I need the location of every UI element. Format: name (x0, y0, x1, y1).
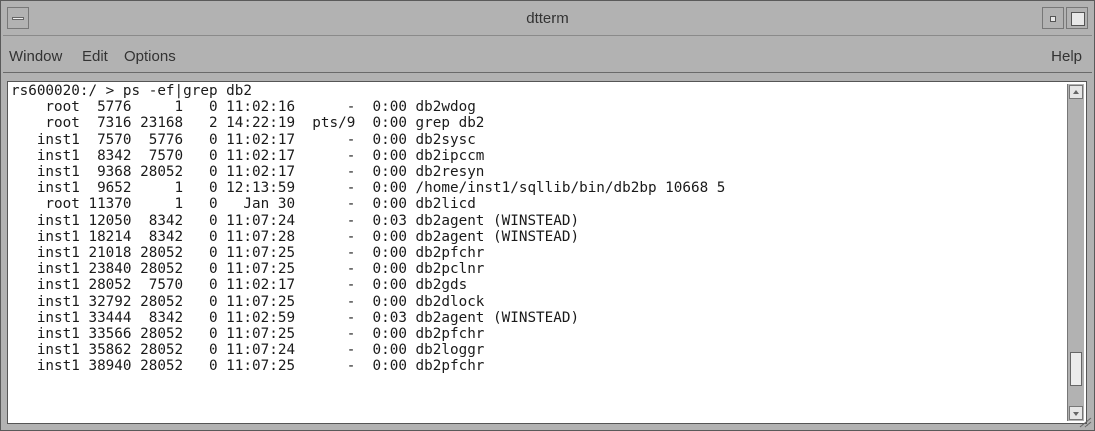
process-row: inst1 33566 28052 0 11:07:25 - 0:00 db2p… (11, 326, 485, 343)
process-row: inst1 33444 8342 0 11:02:59 - 0:03 db2ag… (11, 309, 580, 326)
process-row: inst1 18214 8342 0 11:07:28 - 0:00 db2ag… (11, 228, 580, 245)
process-row: root 11370 1 0 Jan 30 - 0:00 db2licd (11, 196, 476, 213)
vertical-scrollbar[interactable] (1067, 84, 1084, 421)
menu-bar: Window Edit Options Help (3, 36, 1092, 73)
menu-window[interactable]: Window (9, 48, 62, 65)
menu-options[interactable]: Options (124, 48, 176, 65)
process-row: inst1 38940 28052 0 11:07:25 - 0:00 db2p… (11, 358, 485, 375)
dtterm-window: dtterm Window Edit Options Help rs600020… (0, 0, 1095, 431)
terminal-output[interactable]: rs600020:/ > ps -ef|grep db2 root 5776 1… (11, 83, 1061, 419)
process-row: inst1 32792 28052 0 11:07:25 - 0:00 db2d… (11, 293, 485, 310)
menu-help[interactable]: Help (1051, 48, 1082, 65)
process-row: inst1 12050 8342 0 11:07:24 - 0:03 db2ag… (11, 212, 580, 229)
minimize-button[interactable] (1042, 7, 1064, 29)
menu-edit[interactable]: Edit (82, 48, 108, 65)
maximize-button[interactable] (1066, 7, 1088, 29)
process-row: inst1 9652 1 0 12:13:59 - 0:00 /home/ins… (11, 180, 726, 197)
process-row: inst1 8342 7570 0 11:02:17 - 0:00 db2ipc… (11, 147, 485, 164)
process-row: inst1 9368 28052 0 11:02:17 - 0:00 db2re… (11, 164, 485, 181)
scrollbar-thumb[interactable] (1070, 352, 1082, 386)
process-row: inst1 35862 28052 0 11:07:24 - 0:00 db2l… (11, 342, 485, 359)
process-row: inst1 21018 28052 0 11:07:25 - 0:00 db2p… (11, 245, 485, 262)
resize-grip-icon[interactable] (1077, 416, 1092, 428)
maximize-icon (1071, 12, 1085, 26)
process-row: inst1 23840 28052 0 11:07:25 - 0:00 db2p… (11, 261, 485, 278)
scroll-up-arrow-icon[interactable] (1069, 85, 1083, 99)
process-row: root 7316 23168 2 14:22:19 pts/9 0:00 gr… (11, 115, 485, 132)
title-bar[interactable]: dtterm (3, 3, 1092, 36)
terminal-pane[interactable]: rs600020:/ > ps -ef|grep db2 root 5776 1… (7, 81, 1087, 424)
terminal-prompt-line: rs600020:/ > ps -ef|grep db2 (11, 83, 253, 99)
process-row: root 5776 1 0 11:02:16 - 0:00 db2wdog (11, 99, 476, 116)
process-row: inst1 7570 5776 0 11:02:17 - 0:00 db2sys… (11, 131, 476, 148)
process-row: inst1 28052 7570 0 11:02:17 - 0:00 db2gd… (11, 277, 468, 294)
window-title: dtterm (526, 10, 569, 27)
minimize-icon (1050, 16, 1056, 22)
